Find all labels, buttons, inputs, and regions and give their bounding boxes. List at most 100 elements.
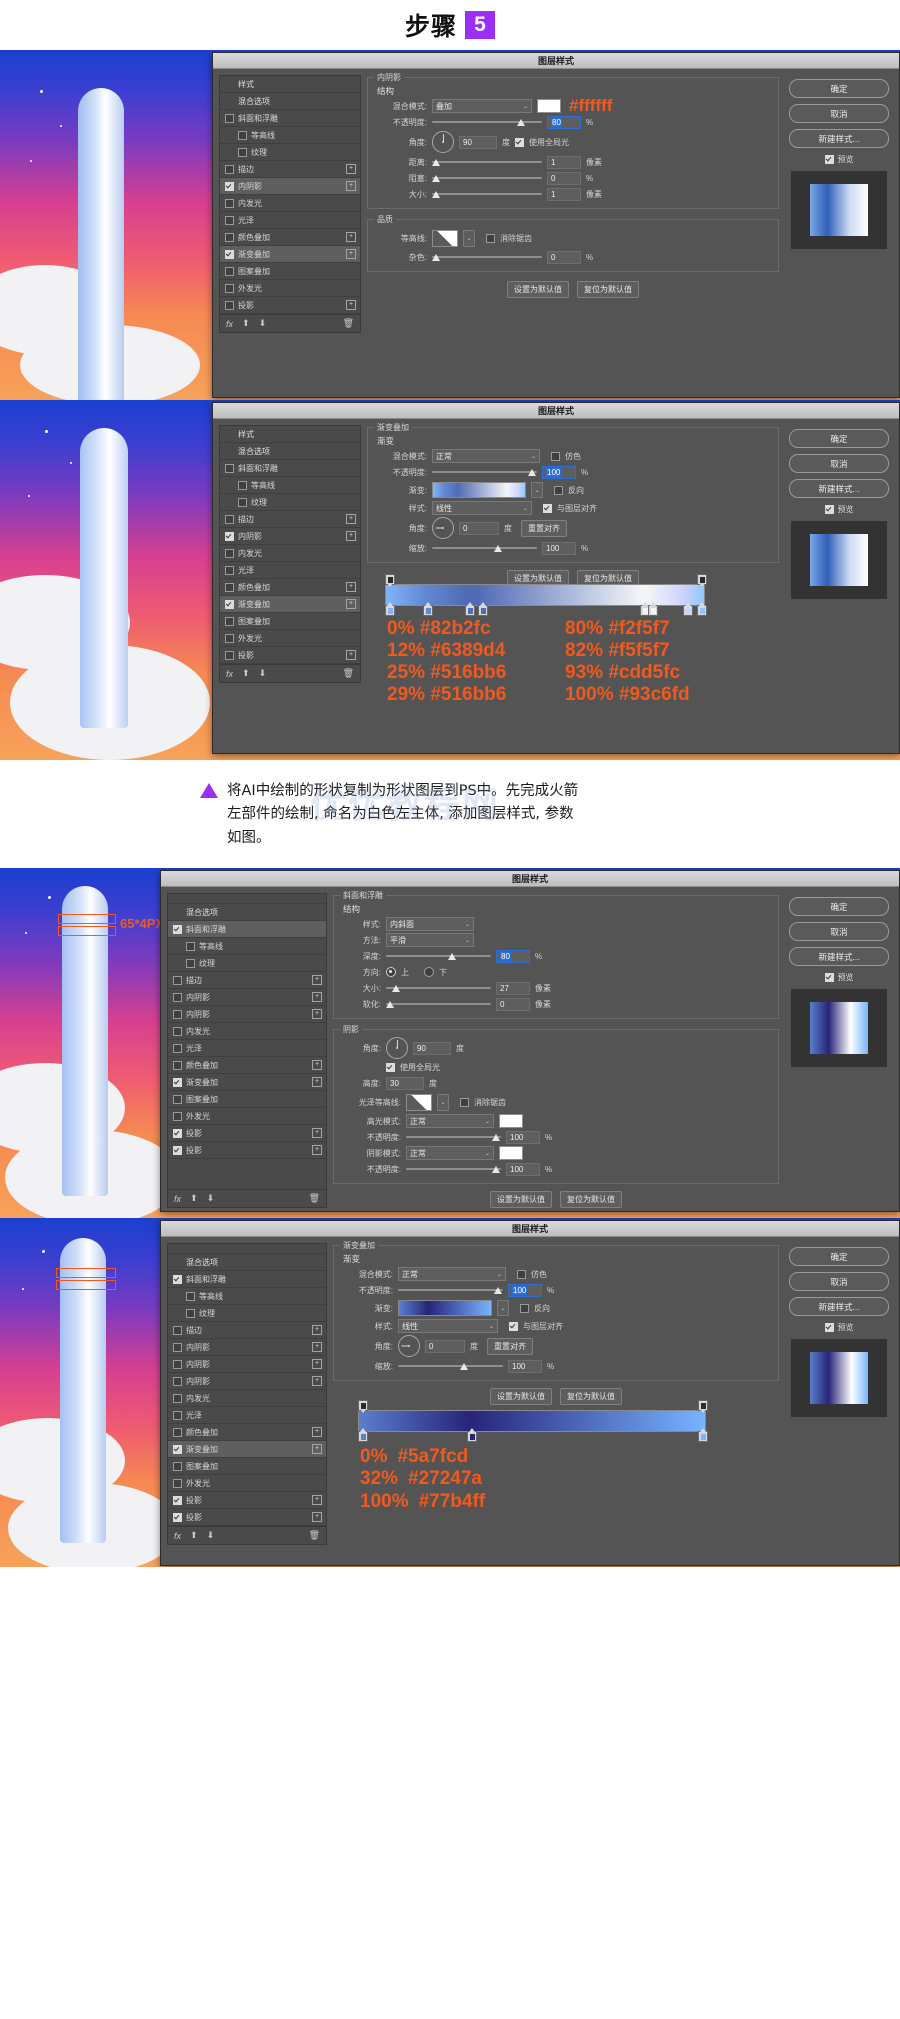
checkbox[interactable]: [173, 1359, 182, 1369]
list-item-outer-glow[interactable]: 外发光: [220, 630, 360, 647]
list-item-satin[interactable]: 光泽: [168, 1040, 326, 1058]
checkbox[interactable]: [186, 1291, 195, 1301]
checkbox[interactable]: [225, 198, 234, 208]
add-icon[interactable]: +: [346, 514, 356, 524]
highlight-color-swatch[interactable]: [499, 1114, 523, 1129]
checkbox[interactable]: [225, 300, 234, 310]
angle-value[interactable]: 0: [459, 521, 499, 535]
trash-icon[interactable]: 🗑: [343, 318, 354, 329]
list-item-color-overlay[interactable]: 颜色叠加 +: [168, 1424, 326, 1442]
shadow-color-swatch[interactable]: [499, 1146, 523, 1161]
fx-icon[interactable]: fx: [174, 1531, 181, 1541]
set-default-button[interactable]: 设置为默认值: [490, 1388, 552, 1406]
move-up-icon[interactable]: ⬆: [242, 668, 250, 679]
add-icon[interactable]: +: [312, 1427, 322, 1438]
list-item-outer-glow[interactable]: 外发光: [220, 280, 360, 297]
add-icon[interactable]: +: [312, 1444, 322, 1455]
checkbox[interactable]: [173, 1060, 182, 1070]
checkbox[interactable]: [225, 565, 234, 575]
scale-value[interactable]: 100: [542, 541, 576, 555]
add-icon[interactable]: +: [312, 1376, 322, 1387]
add-icon[interactable]: +: [312, 1145, 322, 1156]
opacity-stop[interactable]: [698, 1400, 708, 1414]
list-item-satin[interactable]: 光泽: [168, 1407, 326, 1425]
list-item-styles[interactable]: [168, 894, 326, 905]
style-select[interactable]: 线性 ⌄: [432, 501, 532, 515]
list-item-gradient-overlay[interactable]: 渐变叠加 +: [220, 596, 360, 613]
move-up-icon[interactable]: ⬆: [242, 318, 250, 329]
use-global-light-checkbox[interactable]: [386, 1062, 395, 1072]
list-item-styles[interactable]: [168, 1244, 326, 1255]
list-item-contour[interactable]: 等高线: [220, 477, 360, 494]
gradient-preview[interactable]: [398, 1300, 492, 1317]
list-item-gradient-overlay[interactable]: 渐变叠加 +: [168, 1074, 326, 1092]
set-default-button[interactable]: 设置为默认值: [507, 281, 569, 298]
checkbox[interactable]: [173, 1274, 182, 1284]
angle-value[interactable]: 90: [459, 135, 497, 149]
contour-dropdown[interactable]: ⌄: [463, 229, 475, 247]
blend-mode-select[interactable]: 正常 ⌄: [432, 449, 540, 463]
angle-dial[interactable]: [432, 517, 454, 539]
list-item-blending-options[interactable]: 混合选项: [220, 443, 360, 460]
preview-checkbox[interactable]: [824, 505, 834, 514]
checkbox[interactable]: [186, 1308, 195, 1318]
list-item-bevel[interactable]: 斜面和浮雕: [168, 921, 326, 939]
checkbox[interactable]: [225, 249, 234, 259]
add-icon[interactable]: +: [346, 582, 356, 592]
gloss-contour-preview[interactable]: [406, 1093, 432, 1111]
move-up-icon[interactable]: ⬆: [190, 1193, 198, 1204]
distance-slider[interactable]: [432, 157, 542, 168]
color-stop[interactable]: [683, 602, 693, 616]
list-item-drop-shadow[interactable]: 投影 +: [168, 1492, 326, 1510]
list-item-pattern-overlay[interactable]: 图案叠加: [220, 263, 360, 280]
list-item-drop-shadow[interactable]: 投影 +: [168, 1509, 326, 1527]
gradient-dropdown[interactable]: ⌄: [531, 482, 543, 498]
noise-slider[interactable]: [432, 252, 542, 263]
noise-value[interactable]: 0: [547, 250, 581, 264]
list-item-color-overlay[interactable]: 颜色叠加 +: [220, 229, 360, 246]
reverse-checkbox[interactable]: [554, 485, 563, 495]
color-stop[interactable]: [648, 602, 658, 616]
opacity-slider[interactable]: [432, 467, 537, 478]
checkbox[interactable]: [173, 1495, 182, 1505]
opacity-stop[interactable]: [358, 1400, 368, 1414]
highlight-opacity-slider[interactable]: [406, 1132, 501, 1143]
direction-down-radio[interactable]: [424, 967, 434, 978]
add-icon[interactable]: +: [346, 650, 356, 660]
align-with-layer-checkbox[interactable]: [543, 503, 552, 513]
ok-button[interactable]: 确定: [789, 897, 889, 917]
checkbox[interactable]: [173, 992, 182, 1002]
list-item-inner-shadow[interactable]: 内阴影 +: [220, 528, 360, 545]
list-item-styles[interactable]: 样式: [220, 76, 360, 93]
cancel-button[interactable]: 取消: [789, 104, 889, 123]
scale-slider[interactable]: [398, 1361, 503, 1372]
add-icon[interactable]: +: [312, 1495, 322, 1506]
cancel-button[interactable]: 取消: [789, 922, 889, 942]
color-stop[interactable]: [465, 602, 475, 616]
list-item-stroke[interactable]: 描边 +: [220, 161, 360, 178]
checkbox[interactable]: [173, 1478, 182, 1488]
dither-checkbox[interactable]: [517, 1269, 526, 1279]
list-item-texture[interactable]: 纹理: [168, 955, 326, 973]
checkbox[interactable]: [173, 924, 182, 934]
reset-default-button[interactable]: 复位为默认值: [577, 281, 639, 298]
list-item-bevel[interactable]: 斜面和浮雕: [168, 1271, 326, 1289]
checkbox[interactable]: [173, 1427, 182, 1437]
cancel-button[interactable]: 取消: [789, 1272, 889, 1292]
list-item-inner-glow[interactable]: 内发光: [220, 545, 360, 562]
scale-slider[interactable]: [432, 543, 537, 554]
list-item-contour[interactable]: 等高线: [220, 127, 360, 144]
list-item-contour[interactable]: 等高线: [168, 1288, 326, 1306]
checkbox[interactable]: [173, 1145, 182, 1155]
list-item-pattern-overlay[interactable]: 图案叠加: [168, 1091, 326, 1109]
gradient-ramp-editor-2[interactable]: [358, 1400, 708, 1443]
size-value[interactable]: 1: [547, 187, 581, 201]
list-item-satin[interactable]: 光泽: [220, 562, 360, 579]
add-icon[interactable]: +: [312, 1009, 322, 1020]
list-item-outer-glow[interactable]: 外发光: [168, 1108, 326, 1126]
opacity-value[interactable]: 80: [547, 115, 581, 129]
list-item-blending-options[interactable]: 混合选项: [168, 1254, 326, 1272]
trash-icon[interactable]: 🗑: [309, 1193, 320, 1204]
checkbox[interactable]: [225, 599, 234, 609]
preview-toggle[interactable]: 预览: [824, 972, 854, 983]
